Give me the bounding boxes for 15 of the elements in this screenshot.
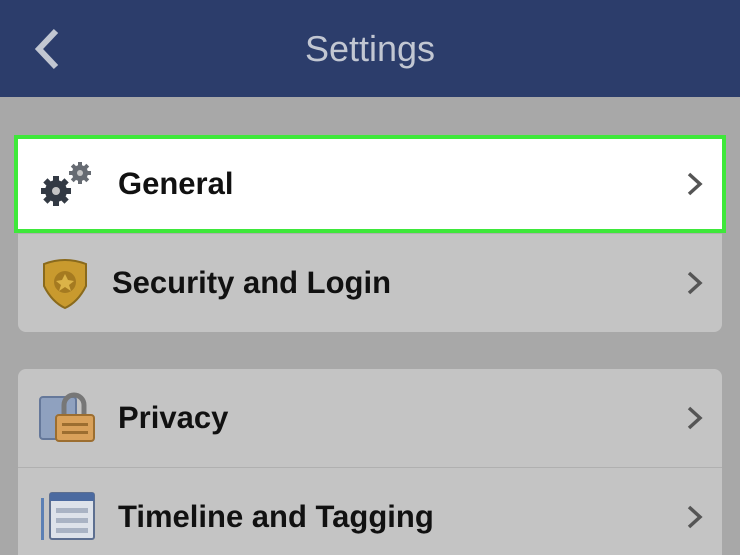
settings-row[interactable]: General (14, 135, 726, 233)
chevron-icon (686, 171, 704, 197)
row-label: Security and Login (112, 265, 392, 301)
chevron-icon (686, 405, 704, 431)
screen-title: Settings (304, 28, 436, 70)
row-label: Timeline and Tagging (118, 499, 435, 535)
settings-row[interactable]: Security and Login (18, 233, 722, 332)
row-label: Privacy (118, 400, 230, 436)
settings-row[interactable]: Privacy (18, 369, 722, 467)
lock-icon (38, 391, 98, 445)
chevron-icon (686, 270, 704, 296)
settings-row[interactable]: Timeline and Tagging (18, 467, 722, 555)
row-label: General (118, 166, 234, 202)
chevron-icon (686, 504, 704, 530)
back-icon (34, 28, 60, 70)
